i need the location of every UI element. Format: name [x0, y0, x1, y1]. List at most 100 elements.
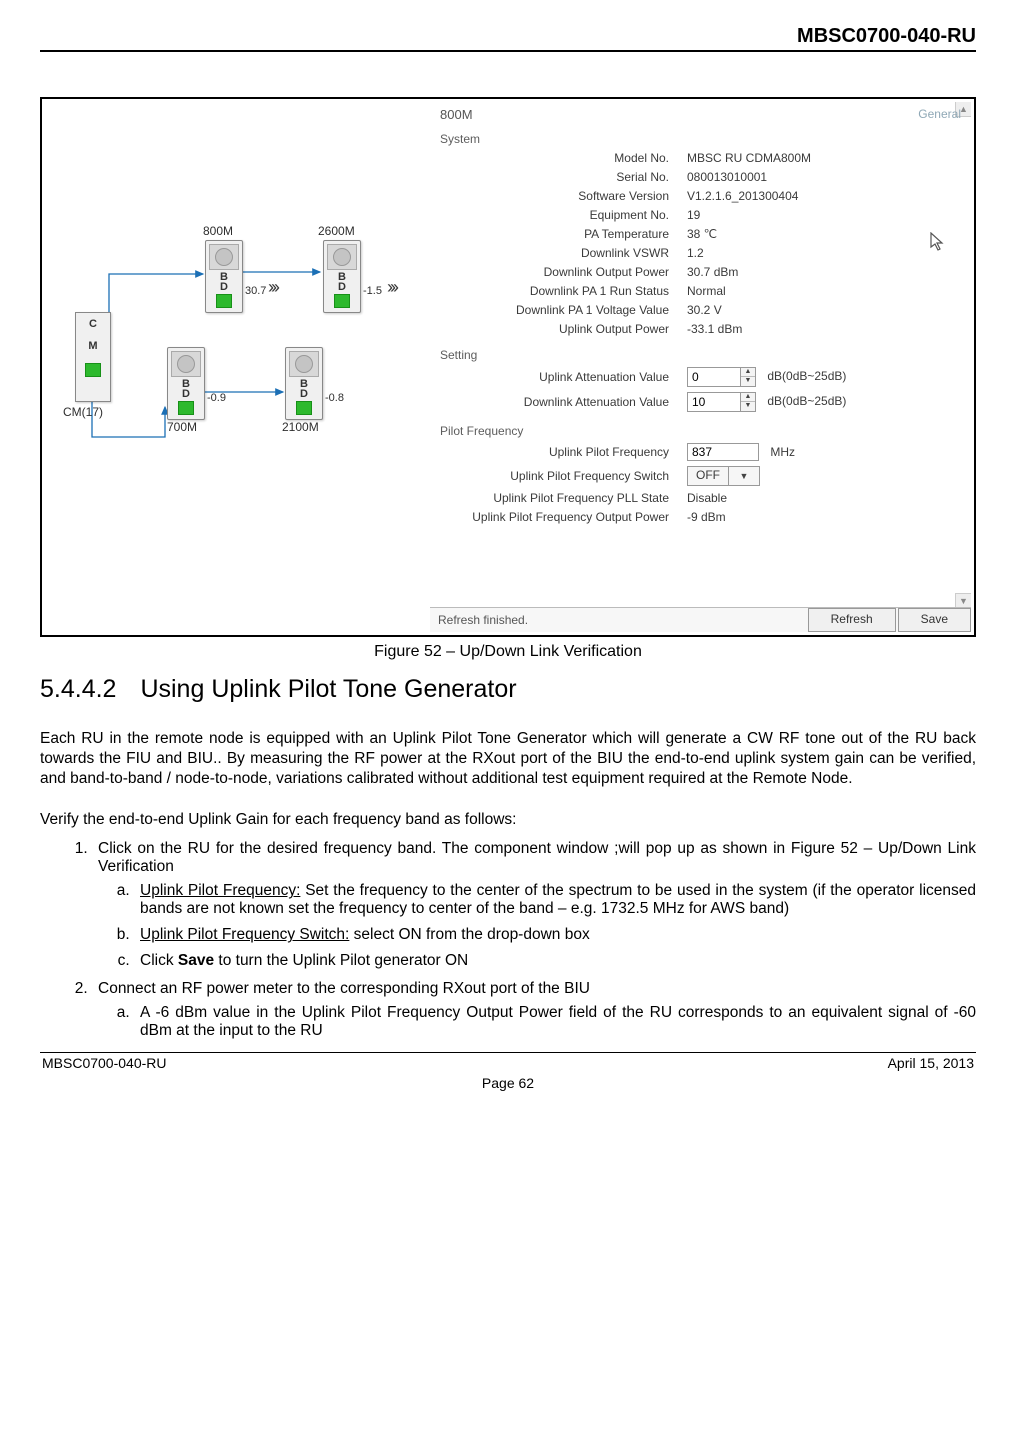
app-screenshot: C M CM(17) 800M BD 30.7 ››› 2600M — [45, 102, 971, 632]
k: Downlink Output Power — [440, 262, 683, 281]
cm-caption: CM(17) — [63, 405, 103, 419]
module-800m[interactable]: BD — [205, 240, 243, 313]
pilot-table: Uplink Pilot Frequency MHz Uplink Pilot … — [440, 440, 961, 526]
section-title: Using Uplink Pilot Tone Generator — [140, 675, 516, 703]
module-2100m[interactable]: BD — [285, 347, 323, 420]
bd-label: BD — [168, 378, 204, 399]
diagram-pane: C M CM(17) 800M BD 30.7 ››› 2600M — [45, 102, 430, 632]
cm-module: C M — [75, 312, 111, 402]
sub-list: A -6 dBm value in the Uplink Pilot Frequ… — [98, 1004, 976, 1040]
module-label-2600m: 2600M — [318, 224, 355, 238]
paragraph-2: Verify the end-to-end Uplink Gain for ea… — [40, 810, 976, 830]
spin-up-icon[interactable]: ▲ — [741, 393, 755, 403]
list-item: Uplink Pilot Frequency Switch: select ON… — [134, 926, 976, 944]
fan-icon — [171, 351, 201, 377]
spin-down-icon[interactable]: ▼ — [741, 402, 755, 411]
status-bar: Refresh finished. Refresh Save — [430, 607, 971, 632]
val-2100m: -0.8 — [325, 392, 344, 404]
downlink-atten-input[interactable] — [688, 393, 740, 411]
k: Uplink Pilot Frequency PLL State — [440, 488, 683, 507]
signal-icon: ››› — [268, 277, 277, 298]
uplink-atten-spinbox[interactable]: ▲▼ — [687, 367, 756, 387]
paragraph-1: Each RU in the remote node is equipped w… — [40, 729, 976, 788]
save-button[interactable]: Save — [898, 608, 971, 632]
module-2600m[interactable]: BD — [323, 240, 361, 313]
doc-header-id: MBSC0700-040-RU — [40, 25, 976, 50]
k: Software Version — [440, 186, 683, 205]
step-2-text: Connect an RF power meter to the corresp… — [98, 980, 590, 997]
footer-right: April 15, 2013 — [888, 1055, 974, 1071]
general-link[interactable]: General — [918, 107, 961, 121]
refresh-button[interactable]: Refresh — [808, 608, 896, 632]
uplink-atten-input[interactable] — [688, 368, 740, 386]
cm-label-m: M — [76, 335, 110, 357]
footer-row: MBSC0700-040-RU April 15, 2013 — [40, 1053, 976, 1075]
v: -33.1 dBm — [683, 319, 961, 338]
figure-border: C M CM(17) 800M BD 30.7 ››› 2600M — [40, 97, 976, 637]
fan-icon — [327, 244, 357, 270]
bd-label: BD — [324, 271, 360, 292]
bd-label: BD — [206, 271, 242, 292]
cm-label-c: C — [76, 313, 110, 335]
footer-page: Page 62 — [40, 1075, 976, 1101]
pilot-section-header: Pilot Frequency — [440, 424, 961, 438]
k: Equipment No. — [440, 205, 683, 224]
signal-icon: ››› — [387, 277, 396, 298]
fan-icon — [289, 351, 319, 377]
k: Downlink VSWR — [440, 243, 683, 262]
bd-label: BD — [286, 378, 322, 399]
k: Model No. — [440, 148, 683, 167]
v: 1.2 — [683, 243, 961, 262]
unit: dB(0dB~25dB) — [767, 369, 846, 383]
uplink-pilot-switch-combo[interactable]: OFF ▼ — [687, 466, 760, 486]
v: 080013010001 — [683, 167, 961, 186]
val-800m: 30.7 — [245, 285, 266, 297]
v: 30.7 dBm — [683, 262, 961, 281]
list-item: Click on the RU for the desired frequenc… — [92, 840, 976, 970]
section-heading: 5.4.4.2 Using Uplink Pilot Tone Generator — [40, 675, 976, 704]
k: Downlink PA 1 Run Status — [440, 281, 683, 300]
k: Uplink Output Power — [440, 319, 683, 338]
cm-led — [85, 363, 101, 377]
sub-list: Uplink Pilot Frequency: Set the frequenc… — [98, 882, 976, 970]
k: Uplink Pilot Frequency — [440, 440, 683, 463]
cursor-icon — [930, 232, 946, 257]
section-number: 5.4.4.2 — [40, 675, 116, 703]
spin-down-icon[interactable]: ▼ — [741, 377, 755, 386]
list-item: Connect an RF power meter to the corresp… — [92, 980, 976, 1040]
scroll-down-icon[interactable]: ▼ — [955, 593, 971, 608]
step-1b-text: select ON from the drop-down box — [349, 926, 589, 943]
val-2600m: -1.5 — [363, 285, 382, 297]
k: Serial No. — [440, 167, 683, 186]
setting-table: Uplink Attenuation Value ▲▼ dB(0dB~25dB)… — [440, 364, 961, 414]
v: 19 — [683, 205, 961, 224]
unit: dB(0dB~25dB) — [767, 394, 846, 408]
step-1a-label: Uplink Pilot Frequency: — [140, 882, 300, 899]
footer-left: MBSC0700-040-RU — [42, 1055, 167, 1071]
chevron-down-icon[interactable]: ▼ — [728, 467, 759, 485]
main-list: Click on the RU for the desired frequenc… — [40, 840, 976, 1040]
k: Uplink Attenuation Value — [440, 364, 683, 389]
uplink-pilot-freq-input[interactable] — [687, 443, 759, 461]
tab-title: 800M — [440, 107, 961, 122]
unit: MHz — [770, 445, 795, 459]
step-1b-label: Uplink Pilot Frequency Switch: — [140, 926, 349, 943]
header-rule — [40, 50, 976, 52]
v: -9 dBm — [683, 507, 961, 526]
setting-section-header: Setting — [440, 348, 961, 362]
list-item: Uplink Pilot Frequency: Set the frequenc… — [134, 882, 976, 918]
spin-up-icon[interactable]: ▲ — [741, 368, 755, 378]
k: Uplink Pilot Frequency Switch — [440, 463, 683, 488]
led-icon — [178, 401, 194, 415]
properties-pane: ▲ ▼ 800M General System Model No.MBSC RU… — [430, 102, 971, 632]
k: Uplink Pilot Frequency Output Power — [440, 507, 683, 526]
status-text: Refresh finished. — [438, 613, 528, 627]
v: 38 ℃ — [683, 224, 961, 243]
downlink-atten-spinbox[interactable]: ▲▼ — [687, 392, 756, 412]
fan-icon — [209, 244, 239, 270]
step-1c-post: to turn the Uplink Pilot generator ON — [214, 952, 468, 969]
v: 30.2 V — [683, 300, 961, 319]
module-700m[interactable]: BD — [167, 347, 205, 420]
v: MBSC RU CDMA800M — [683, 148, 961, 167]
k: PA Temperature — [440, 224, 683, 243]
